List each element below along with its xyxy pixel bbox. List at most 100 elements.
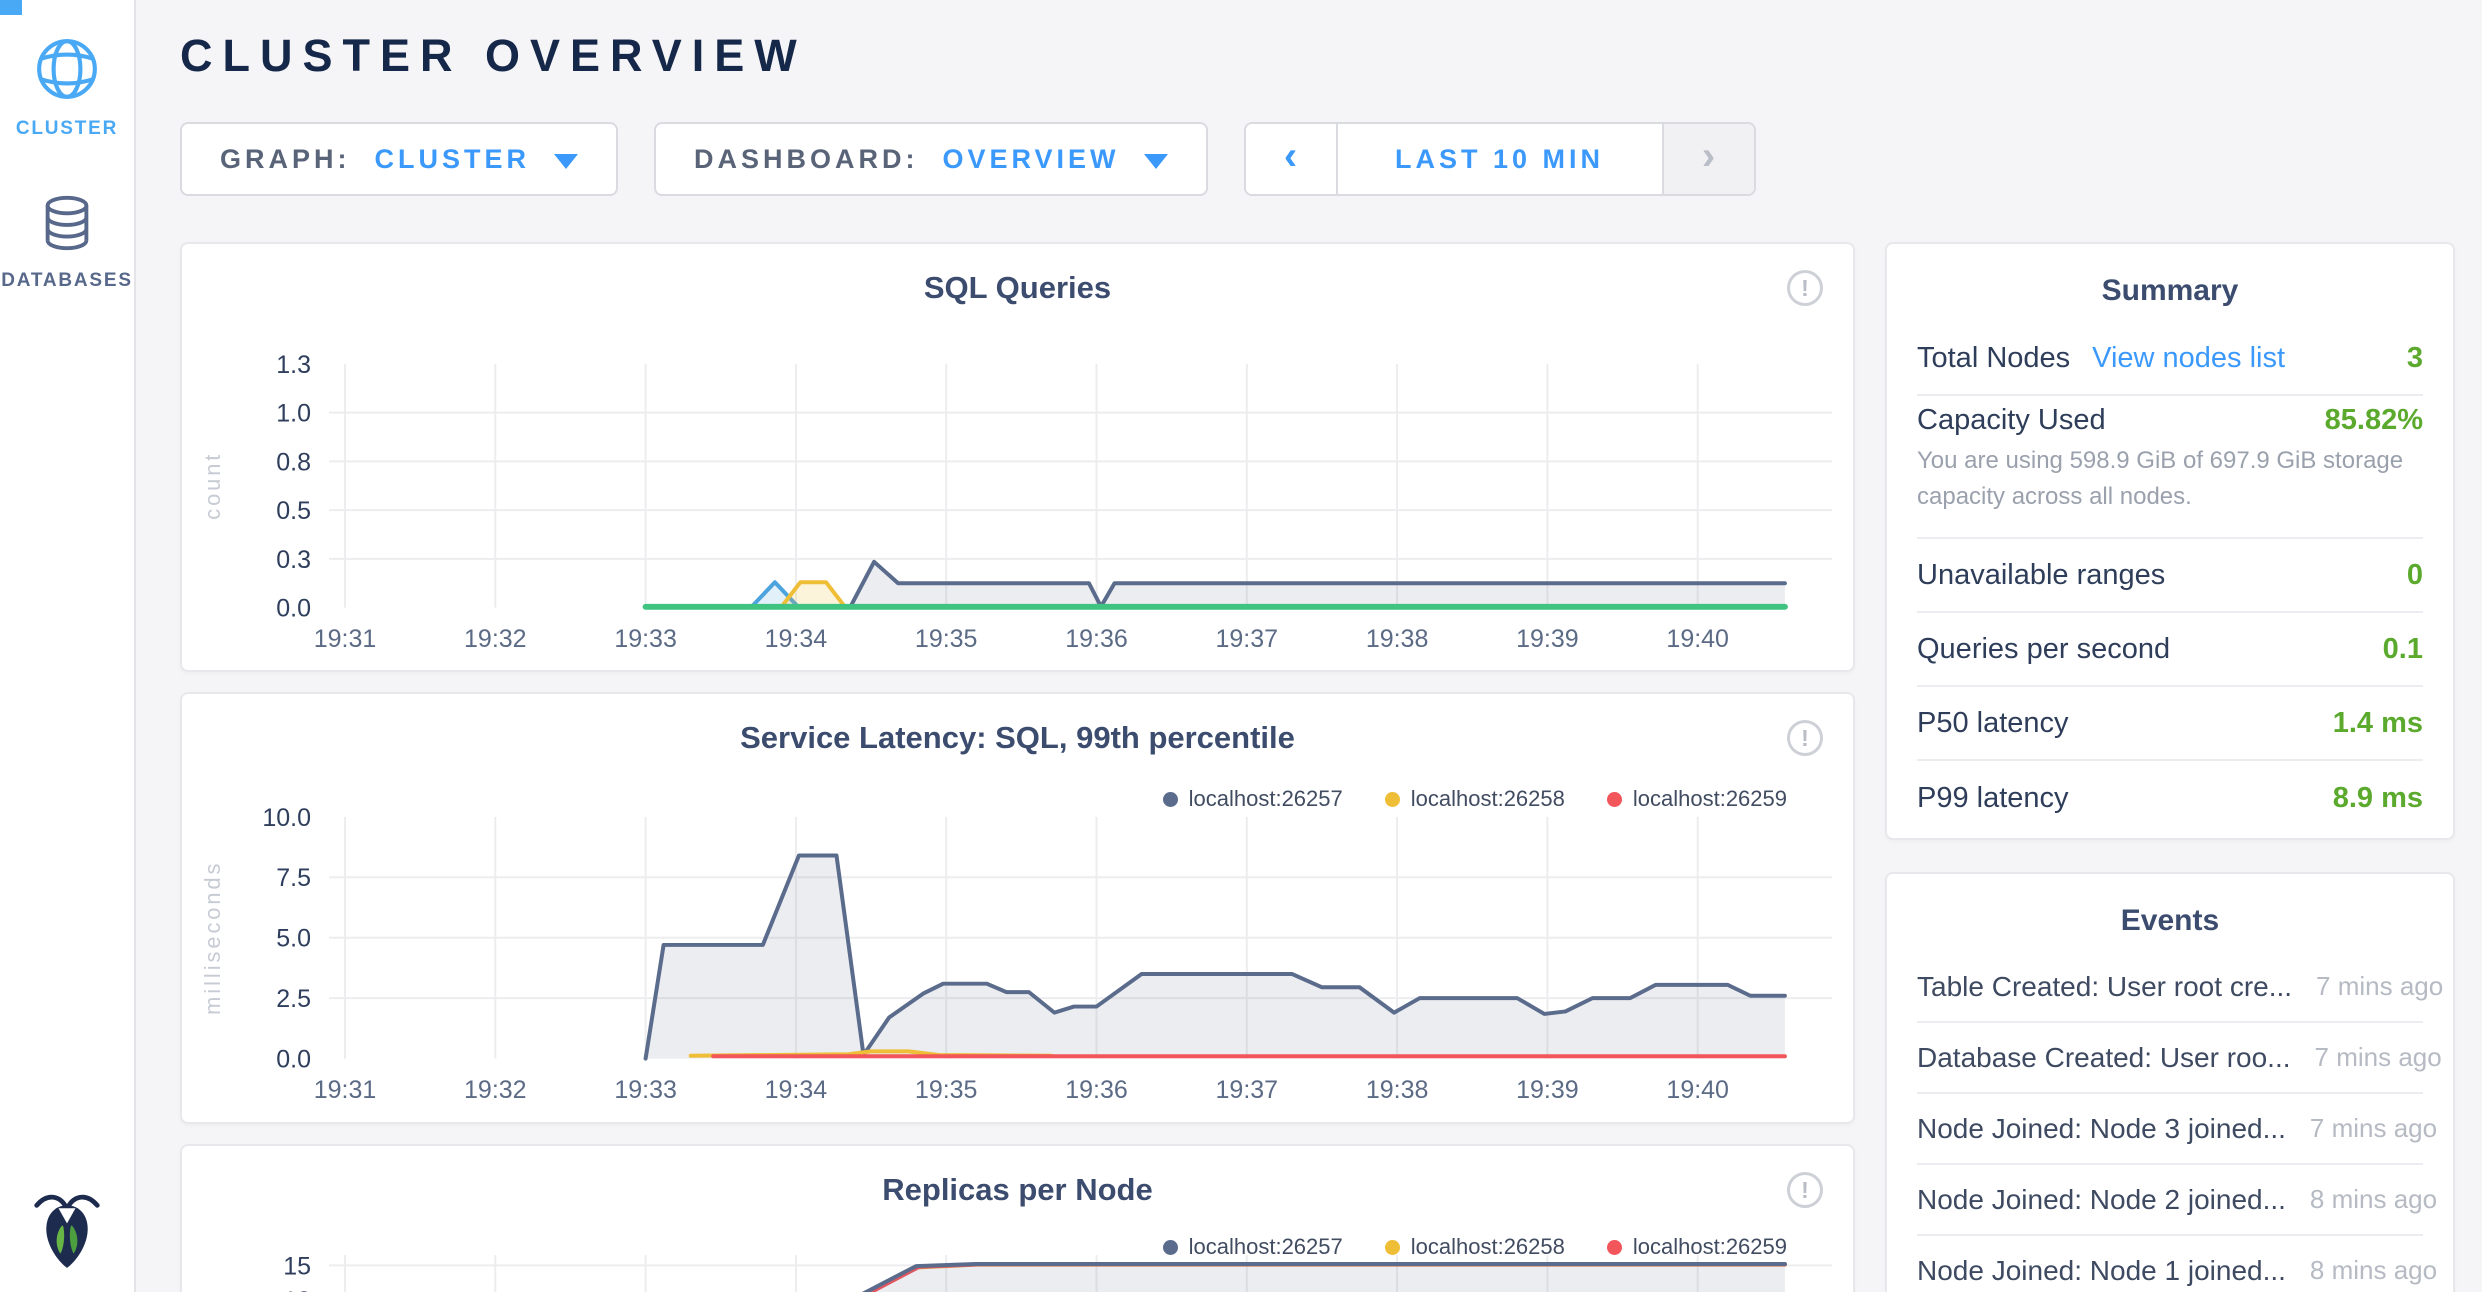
sidebar-item-databases[interactable]: DATABASES — [1, 192, 133, 292]
svg-text:10.0: 10.0 — [262, 804, 311, 832]
event-row[interactable]: Database Created: User roo...7 mins ago — [1917, 1023, 2423, 1094]
event-text: Node Joined: Node 3 joined... — [1917, 1113, 2286, 1145]
svg-text:19:37: 19:37 — [1216, 625, 1279, 653]
svg-text:0.3: 0.3 — [276, 546, 311, 574]
chart-legend: localhost:26257localhost:26258localhost:… — [1163, 786, 1787, 812]
summary-row-label: Queries per second — [1917, 633, 2170, 666]
svg-text:19:35: 19:35 — [915, 625, 978, 653]
sidebar-item-cluster[interactable]: CLUSTER — [16, 36, 118, 140]
svg-text:19:35: 19:35 — [915, 1076, 978, 1104]
svg-text:0.0: 0.0 — [276, 1046, 311, 1074]
summary-row: P50 latency 1.4 ms — [1917, 687, 2423, 761]
events-title: Events — [1887, 874, 2453, 952]
nodes-list-link[interactable]: View nodes list — [2092, 342, 2285, 375]
chart-series — [736, 1264, 1785, 1292]
svg-text:19:40: 19:40 — [1666, 1076, 1729, 1104]
event-row[interactable]: Node Joined: Node 1 joined...8 mins ago — [1917, 1236, 2423, 1292]
graph-dropdown[interactable]: GRAPH: CLUSTER — [180, 122, 618, 196]
svg-text:19:32: 19:32 — [464, 625, 527, 653]
chart-canvas: 19:3119:3219:3319:3419:3519:3619:3719:38… — [182, 1146, 1853, 1292]
chevron-right-icon: › — [1702, 136, 1715, 182]
event-time: 7 mins ago — [2292, 971, 2443, 1002]
dashboard-dropdown-value: OVERVIEW — [943, 144, 1120, 175]
info-icon[interactable]: ! — [1787, 1172, 1823, 1208]
chevron-down-icon — [554, 154, 578, 169]
svg-text:1.3: 1.3 — [276, 351, 311, 379]
events-panel: Events Table Created: User root cre...7 … — [1885, 872, 2455, 1292]
svg-text:19:34: 19:34 — [765, 625, 828, 653]
svg-text:7.5: 7.5 — [276, 864, 311, 892]
svg-text:0.0: 0.0 — [276, 595, 311, 623]
chart-title: SQL Queries — [182, 270, 1853, 306]
legend-label: localhost:26257 — [1189, 1234, 1343, 1260]
chart-canvas: 19:3119:3219:3319:3419:3519:3619:3719:38… — [182, 244, 1853, 670]
legend-dot-icon — [1163, 792, 1178, 807]
chart-series — [646, 855, 1785, 1058]
summary-row: Queries per second0.1 — [1917, 613, 2423, 687]
svg-text:19:31: 19:31 — [314, 1076, 377, 1104]
chevron-left-icon: ‹ — [1284, 136, 1297, 182]
svg-text:5.0: 5.0 — [276, 925, 311, 953]
summary-row-label: Total Nodes — [1917, 342, 2070, 375]
time-prev-button[interactable]: ‹ — [1246, 124, 1338, 194]
event-row[interactable]: Node Joined: Node 3 joined...7 mins ago — [1917, 1094, 2423, 1165]
chart-title: Replicas per Node — [182, 1172, 1853, 1208]
svg-text:19:36: 19:36 — [1065, 625, 1128, 653]
summary-title: Summary — [1887, 244, 2453, 322]
charts-column: SQL Queries!19:3119:3219:3319:3419:3519:… — [180, 242, 1855, 1292]
event-text: Table Created: User root cre... — [1917, 971, 2292, 1003]
summary-row-value: 0 — [2407, 559, 2423, 592]
summary-row-label: P50 latency — [1917, 707, 2069, 740]
svg-text:19:33: 19:33 — [614, 1076, 677, 1104]
cockroach-bug-icon — [31, 1189, 103, 1271]
legend-label: localhost:26257 — [1189, 786, 1343, 812]
svg-text:2.5: 2.5 — [276, 985, 311, 1013]
svg-text:0.5: 0.5 — [276, 497, 311, 525]
event-text: Node Joined: Node 1 joined... — [1917, 1255, 2286, 1287]
summary-row: P99 latency8.9 ms — [1917, 761, 2423, 835]
sidebar-item-label: CLUSTER — [16, 118, 118, 140]
right-column: Summary Total Nodes View nodes list 3 Capac… — [1885, 242, 2455, 1292]
time-next-button[interactable]: › — [1662, 124, 1754, 194]
chart-title: Service Latency: SQL, 99th percentile — [182, 720, 1853, 756]
summary-row-value: 1.4 ms — [2333, 707, 2423, 740]
summary-row: Unavailable ranges 0 — [1917, 539, 2423, 613]
dashboard-dropdown[interactable]: DASHBOARD: OVERVIEW — [654, 122, 1208, 196]
database-icon — [36, 192, 98, 254]
legend-dot-icon — [1607, 792, 1622, 807]
capacity-subtext: You are using 598.9 GiB of 697.9 GiB sto… — [1917, 437, 2423, 529]
summary-rows: Total Nodes View nodes list 3 Capacity Used… — [1887, 322, 2453, 835]
legend-item: localhost:26259 — [1607, 1234, 1787, 1260]
chart-card-sql-queries: SQL Queries! 19:31 19:32 19:33 19:34 19:35 19:… — [180, 242, 1855, 672]
legend-dot-icon — [1163, 1240, 1178, 1255]
summary-row-label: Capacity Used — [1917, 404, 2106, 437]
summary-row-value: 3 — [2407, 342, 2423, 375]
legend-item: localhost:26259 — [1607, 786, 1787, 812]
svg-text:0.8: 0.8 — [276, 448, 311, 476]
controls-bar: GRAPH: CLUSTER DASHBOARD: OVERVIEW ‹ LAS… — [180, 122, 2482, 196]
legend-item: localhost:26257 — [1163, 1234, 1343, 1260]
screen-corner-artifact — [0, 0, 22, 15]
event-row[interactable]: Table Created: User root cre...7 mins ag… — [1917, 952, 2423, 1023]
event-time: 8 mins ago — [2286, 1255, 2437, 1286]
info-icon[interactable]: ! — [1787, 270, 1823, 306]
legend-item: localhost:26258 — [1385, 1234, 1565, 1260]
page-title: CLUSTER OVERVIEW — [180, 30, 2482, 82]
chart-card-service-latency: Service Latency: SQL, 99th percentile! lo… — [180, 692, 1855, 1124]
chart-canvas: 19:3119:3219:3319:3419:3519:3619:3719:38… — [182, 694, 1853, 1122]
chart-grid: 19:3119:3219:3319:3419:3519:3619:3719:38… — [262, 804, 1832, 1104]
cockroachdb-logo — [31, 1189, 103, 1276]
globe-icon — [34, 36, 100, 102]
event-row[interactable]: Node Joined: Node 2 joined...8 mins ago — [1917, 1165, 2423, 1236]
summary-row-label: Unavailable ranges — [1917, 559, 2165, 592]
info-icon[interactable]: ! — [1787, 720, 1823, 756]
svg-text:10: 10 — [283, 1287, 311, 1292]
legend-dot-icon — [1385, 792, 1400, 807]
time-range-picker: ‹ LAST 10 MIN › — [1244, 122, 1756, 196]
time-range-label[interactable]: LAST 10 MIN — [1338, 124, 1662, 194]
svg-text:19:37: 19:37 — [1216, 1076, 1279, 1104]
svg-text:19:33: 19:33 — [614, 625, 677, 653]
svg-text:19:31: 19:31 — [314, 625, 377, 653]
legend-item: localhost:26257 — [1163, 786, 1343, 812]
event-text: Database Created: User roo... — [1917, 1042, 2291, 1074]
